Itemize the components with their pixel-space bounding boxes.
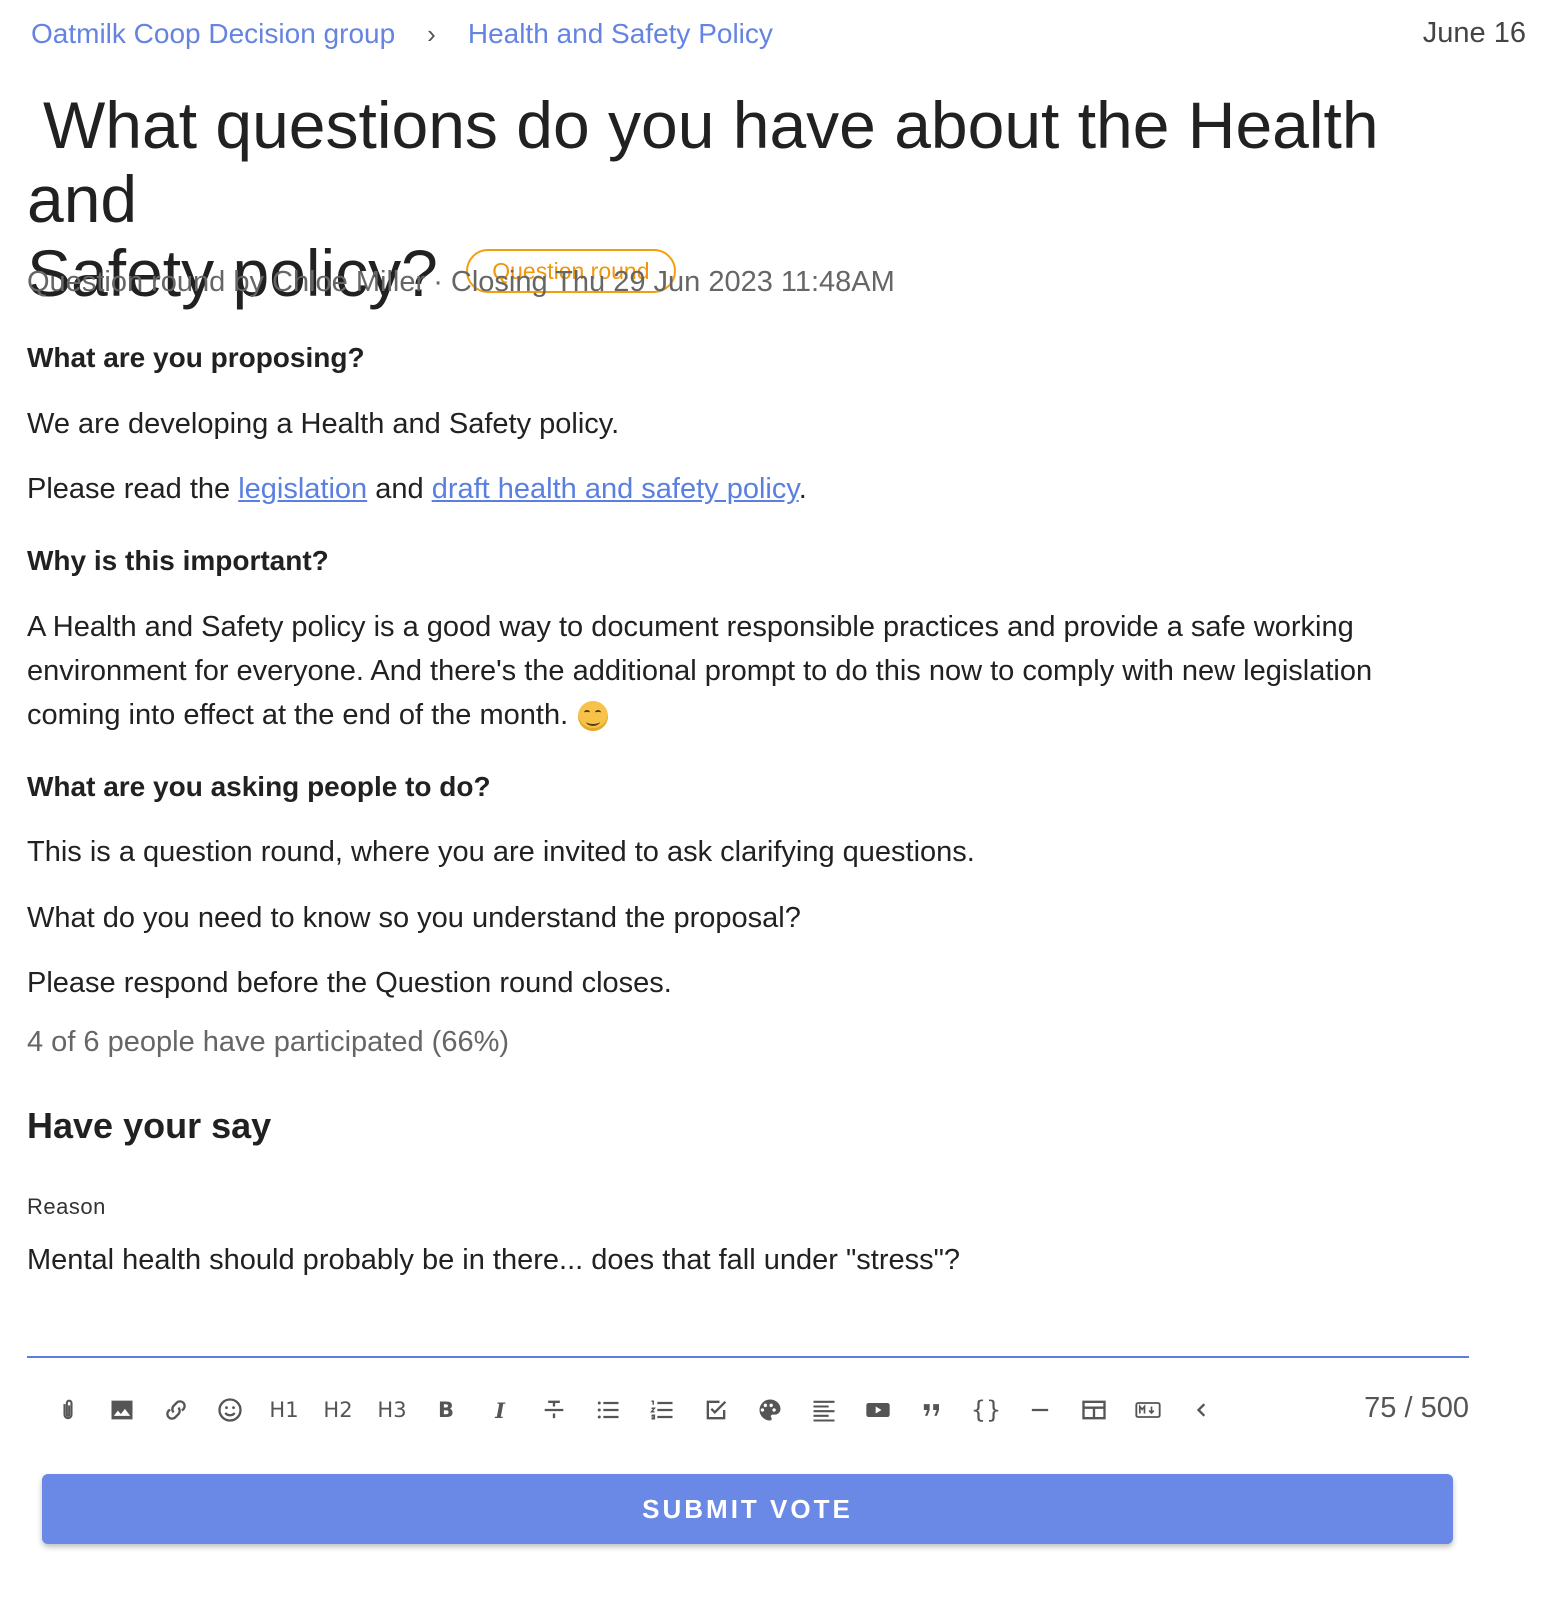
checkbox-icon[interactable] — [689, 1388, 743, 1432]
reason-editor[interactable]: Mental health should probably be in ther… — [27, 1244, 1467, 1354]
heading-ask: What are you asking people to do? — [27, 771, 491, 802]
emoji-icon[interactable] — [203, 1388, 257, 1432]
poll-meta: Question round by Chloe Miller · Closing… — [27, 266, 895, 298]
submit-vote-button[interactable]: SUBMIT VOTE — [42, 1474, 1453, 1544]
bold-button[interactable]: B — [419, 1388, 473, 1432]
poll-title-line-1: What questions do you have about the Hea… — [27, 88, 1379, 236]
have-your-say-heading: Have your say — [27, 1105, 272, 1146]
breadcrumb-separator: › — [427, 18, 436, 49]
character-counter: 75 / 500 — [1364, 1392, 1469, 1424]
thread-date: June 16 — [1422, 17, 1526, 49]
draft-policy-link[interactable]: draft health and safety policy — [432, 473, 799, 505]
strikethrough-icon[interactable] — [527, 1388, 581, 1432]
link-suffix: . — [798, 473, 807, 505]
details-paragraph: A Health and Safety policy is a good way… — [27, 605, 1467, 737]
why-text: A Health and Safety policy is a good way… — [27, 611, 1373, 731]
bullet-list-icon[interactable] — [581, 1388, 635, 1432]
details-paragraph: This is a question round, where you are … — [27, 836, 975, 868]
breadcrumb-thread-link[interactable]: Health and Safety Policy — [468, 18, 773, 50]
code-block-button[interactable]: {} — [959, 1388, 1013, 1432]
quote-icon[interactable] — [905, 1388, 959, 1432]
details-paragraph: Please respond before the Question round… — [27, 967, 672, 999]
link-icon[interactable] — [149, 1388, 203, 1432]
details-paragraph-links: Please read the legislation and draft he… — [27, 467, 807, 511]
participation-summary: 4 of 6 people have participated (66%) — [27, 1026, 510, 1058]
link-prefix: Please read the — [27, 473, 239, 505]
breadcrumb: Oatmilk Coop Decision group › Health and… — [31, 17, 773, 51]
attach-icon[interactable] — [41, 1388, 95, 1432]
table-icon[interactable] — [1067, 1388, 1121, 1432]
breadcrumb-group-link[interactable]: Oatmilk Coop Decision group — [31, 18, 395, 50]
palette-icon[interactable] — [743, 1388, 797, 1432]
heading-proposing: What are you proposing? — [27, 342, 365, 373]
ordered-list-icon[interactable] — [635, 1388, 689, 1432]
markdown-icon[interactable] — [1121, 1388, 1175, 1432]
heading-2-button[interactable]: H2 — [311, 1388, 365, 1432]
link-mid: and — [367, 473, 432, 505]
align-icon[interactable] — [797, 1388, 851, 1432]
details-paragraph: We are developing a Health and Safety po… — [27, 408, 620, 440]
details-paragraph: What do you need to know so you understa… — [27, 902, 801, 934]
reason-label: Reason — [27, 1194, 106, 1219]
chevron-left-icon[interactable] — [1175, 1388, 1229, 1432]
heading-why: Why is this important? — [27, 545, 329, 576]
image-icon[interactable] — [95, 1388, 149, 1432]
italic-button[interactable]: I — [473, 1388, 527, 1432]
smiling-face-emoji-icon — [578, 701, 609, 732]
legislation-link[interactable]: legislation — [238, 473, 367, 505]
heading-3-button[interactable]: H3 — [365, 1388, 419, 1432]
editor-toolbar: H1 H2 H3 B I {} — [41, 1388, 1229, 1432]
youtube-icon[interactable] — [851, 1388, 905, 1432]
heading-1-button[interactable]: H1 — [257, 1388, 311, 1432]
horizontal-rule-icon[interactable] — [1013, 1388, 1067, 1432]
editor-focus-underline — [27, 1356, 1469, 1358]
